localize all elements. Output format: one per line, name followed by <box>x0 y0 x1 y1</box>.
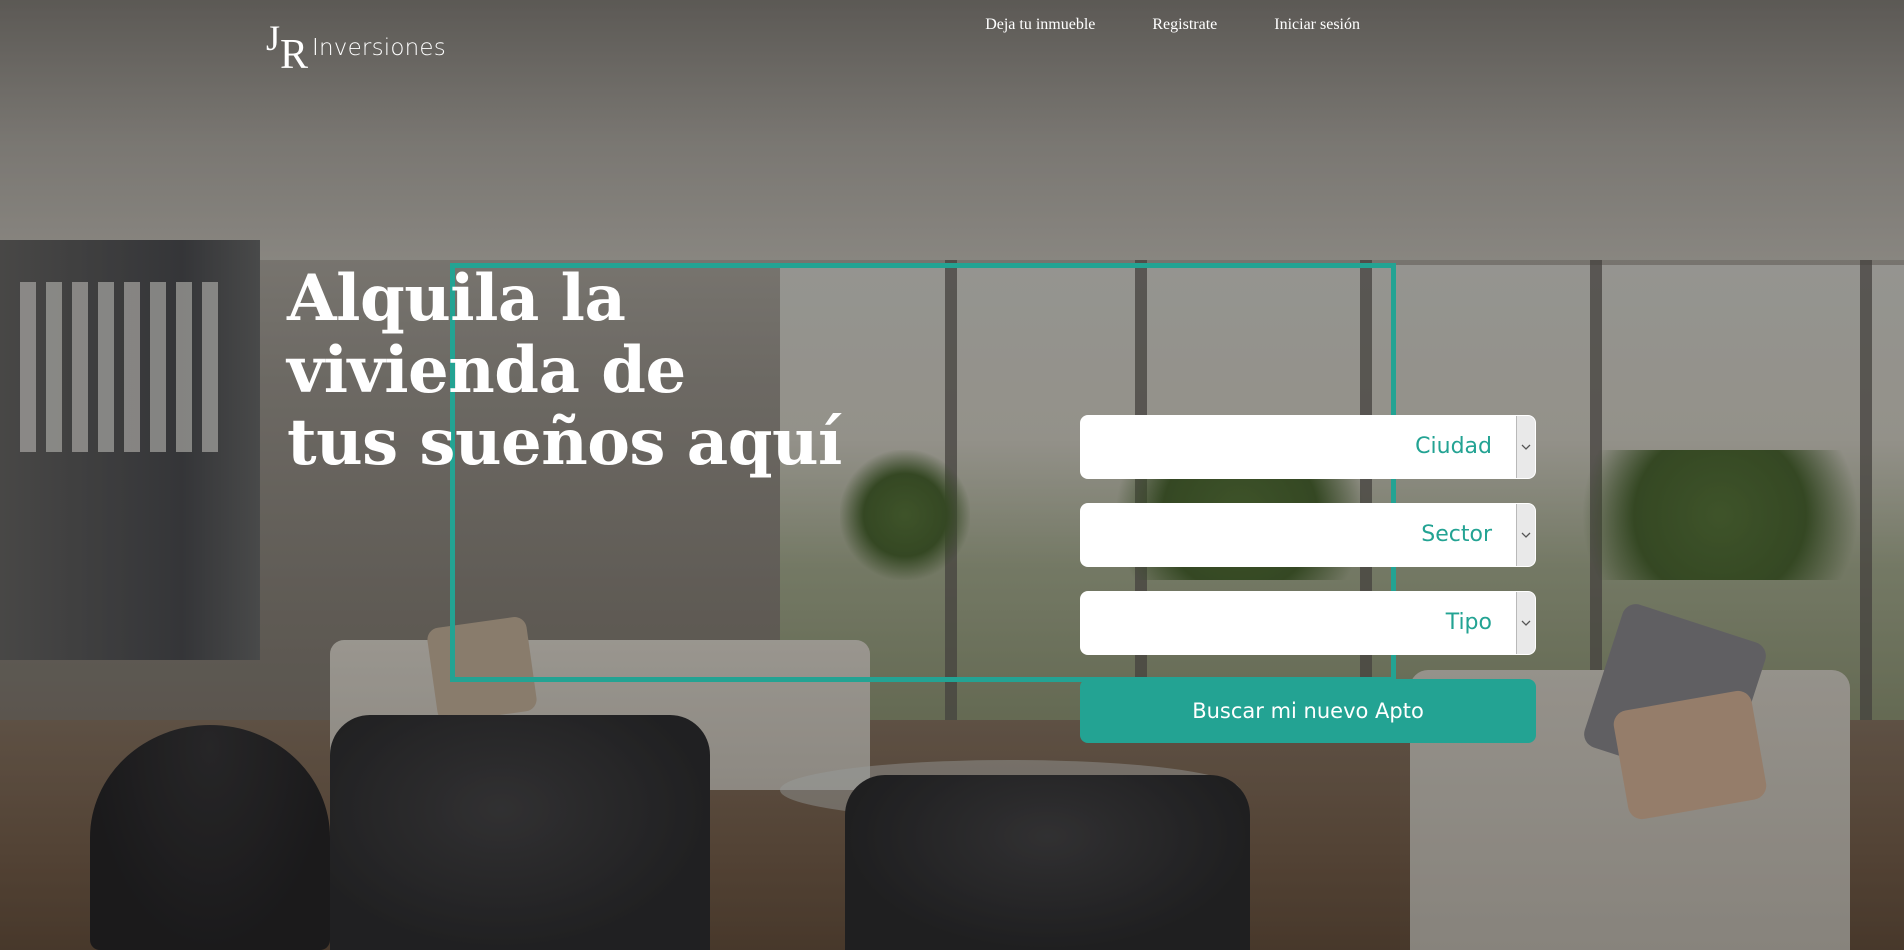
hero-headline-line: Alquila la <box>287 261 626 336</box>
main-nav: Deja tu inmueble Registrate Iniciar sesi… <box>985 14 1360 36</box>
logo-mark-r: R <box>280 32 309 78</box>
city-select-value: Ciudad <box>1415 434 1492 459</box>
site-header: J R Inversiones Deja tu inmueble Registr… <box>0 0 1904 80</box>
hero-headline: Alquila la vivienda de tus sueños aquí <box>287 263 927 479</box>
hero-headline-line: vivienda de <box>287 333 686 408</box>
chevron-down-icon[interactable] <box>1516 416 1535 478</box>
search-apartment-button[interactable]: Buscar mi nuevo Apto <box>1080 679 1536 743</box>
sector-select-value: Sector <box>1421 522 1492 547</box>
nav-link-registrate[interactable]: Registrate <box>1152 14 1217 36</box>
logo-mark-icon: J R <box>266 18 310 78</box>
nav-link-deja-tu-inmueble[interactable]: Deja tu inmueble <box>985 14 1095 36</box>
hero-headline-line: tus sueños aquí <box>287 405 842 480</box>
sector-select[interactable]: Sector <box>1080 503 1536 567</box>
brand-name: Inversiones <box>312 35 446 61</box>
brand-logo[interactable]: J R Inversiones <box>266 18 446 78</box>
nav-link-iniciar-sesion[interactable]: Iniciar sesión <box>1274 14 1360 36</box>
chevron-down-icon[interactable] <box>1516 504 1535 566</box>
type-select[interactable]: Tipo <box>1080 591 1536 655</box>
apartment-search-form: Ciudad Sector Tipo Buscar mi nuevo Apto <box>1080 415 1536 743</box>
logo-mark-j: J <box>266 18 281 58</box>
chevron-down-icon[interactable] <box>1516 592 1535 654</box>
type-select-value: Tipo <box>1445 610 1492 635</box>
city-select[interactable]: Ciudad <box>1080 415 1536 479</box>
